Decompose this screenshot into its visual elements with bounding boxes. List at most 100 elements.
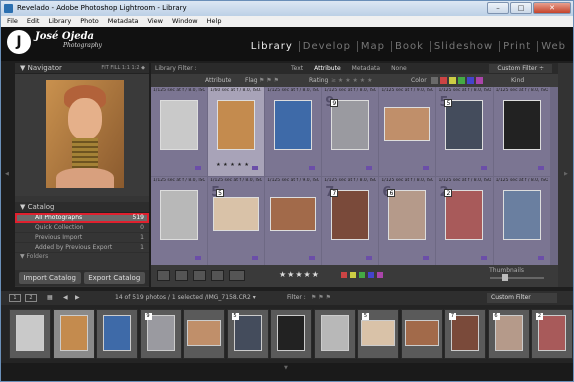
grid-cell[interactable]: 1/125 sec at f / 8.0, ISO... [151,87,208,176]
label-blue[interactable] [368,272,374,278]
navigator-preview[interactable] [15,74,149,196]
menu-library[interactable]: Library [48,16,71,27]
module-web[interactable]: Web [537,41,569,52]
filmstrip-cell[interactable] [183,309,225,359]
kind-filter[interactable]: Kind [511,74,524,87]
filmstrip-thumbnail[interactable] [103,315,131,351]
grid-cell[interactable]: 1/125 sec at f / 8.0, ISO...55 [208,177,265,266]
module-develop[interactable]: Develop [298,41,354,52]
catalog-item-all-photographs[interactable]: All Photographs 519 [15,213,149,223]
stack-count-badge[interactable]: 7 [330,189,339,197]
filmstrip-cell[interactable] [9,309,51,359]
filmstrip-thumbnail[interactable] [538,315,566,351]
filmstrip-info[interactable]: 14 of 519 photos / 1 selected /IMG_7158.… [115,291,256,305]
photo-thumbnail[interactable] [213,197,260,231]
filmstrip-thumbnail[interactable] [187,320,221,346]
filter-flag-icons[interactable]: ⚑ ⚑ ⚑ [311,291,331,305]
grid-cell[interactable]: 1/125 sec at f / 8.0, ISO... [493,177,550,266]
filmstrip-cell[interactable]: 2 [531,309,573,359]
grid-cell[interactable]: 1/125 sec at f / 8.0, ISO...66 [379,177,436,266]
stack-count-badge[interactable]: 2 [444,189,453,197]
grid-cell[interactable]: 1/60 sec at f / 8.0, ISO... ★ ★ ★ ★ ★ [208,87,265,176]
menu-help[interactable]: Help [207,16,222,27]
menu-view[interactable]: View [148,16,163,27]
catalog-item-previous-export[interactable]: Added by Previous Export 1 [15,243,149,253]
module-map[interactable]: Map [356,41,388,52]
photo-thumbnail[interactable] [388,190,427,240]
close-button[interactable]: ✕ [533,2,571,14]
color-label-blue[interactable] [467,77,474,84]
label-purple[interactable] [377,272,383,278]
photo-thumbnail[interactable] [445,100,484,150]
menu-edit[interactable]: Edit [27,16,40,27]
photo-thumbnail[interactable] [160,100,198,150]
grid-cell[interactable]: 1/125 sec at f / 8.0, ISO... [265,87,322,176]
filmstrip-thumbnail[interactable] [404,320,439,346]
photo-thumbnail[interactable] [445,190,484,240]
photo-thumbnail[interactable] [331,190,370,240]
filmstrip-cell[interactable]: 5 [357,309,399,359]
color-label-yellow[interactable] [449,77,456,84]
grid-cell[interactable]: 1/125 sec at f / 8.0, ISO... [493,87,550,176]
rating-stars[interactable]: ★★★★★ [279,270,320,279]
grid-cell[interactable]: 1/125 sec at f / 9.0, ISO... [379,87,436,176]
module-library[interactable]: Library [248,41,296,52]
photo-thumbnail[interactable] [502,100,541,150]
menu-window[interactable]: Window [172,16,198,27]
maximize-button[interactable]: □ [510,2,532,14]
export-catalog-button[interactable]: Export Catalog [83,272,145,284]
secondary-window-button-1[interactable]: 1 [9,294,21,302]
grid-cell-rating[interactable]: ★ ★ ★ ★ ★ [216,162,249,168]
filmstrip-cell[interactable]: 6 [487,309,530,359]
stack-count-badge[interactable]: 6 [387,189,396,197]
stack-count-badge[interactable]: 5 [444,99,453,107]
filmstrip-custom-filter[interactable]: Custom Filter [487,293,557,303]
label-yellow[interactable] [350,272,356,278]
photo-thumbnail[interactable] [160,190,198,240]
compare-view-icon[interactable] [193,270,206,281]
filmstrip-cell[interactable] [270,309,312,359]
loupe-view-icon[interactable] [175,270,188,281]
photo-thumbnail[interactable] [502,190,541,240]
navigator-zoom-options[interactable]: FIT FILL 1:1 1:2 ◆ [101,63,145,74]
grid-cell[interactable]: 1/125 sec at f / 8.0, ISO... [151,177,208,266]
import-catalog-button[interactable]: Import Catalog [19,272,81,284]
filmstrip-cell[interactable]: 5 [226,309,269,359]
filmstrip-thumbnail[interactable] [320,315,349,351]
sort-icon[interactable] [229,270,245,281]
color-filter[interactable]: Color [411,74,427,87]
catalog-item-quick-collection[interactable]: Quick Collection 0 [15,223,149,233]
filter-tab-metadata[interactable]: Metadata [352,63,380,74]
filmstrip-thumbnail[interactable] [494,315,523,351]
thumbnail-size-knob[interactable] [502,274,508,281]
photo-thumbnail[interactable] [384,107,431,141]
grid-cell[interactable]: 1/125 sec at f / 8.0, ISO...22 [436,177,493,266]
filmstrip-stack-badge[interactable]: 5 [231,313,239,320]
flag-filter[interactable]: Flag [245,74,258,87]
color-label-purple[interactable] [476,77,483,84]
filmstrip-stack-badge[interactable]: 9 [144,313,152,320]
catalog-item-previous-import[interactable]: Previous Import 1 [15,233,149,243]
filmstrip-thumbnail[interactable] [146,315,175,351]
module-print[interactable]: Print [499,41,534,52]
folders-header[interactable]: ▼ Folders [15,253,149,260]
module-book[interactable]: Book [391,41,427,52]
grid-cell[interactable]: 1/125 sec at f / 9.0, ISO... [265,177,322,266]
label-green[interactable] [359,272,365,278]
right-panel-toggle-icon[interactable]: ▶ [564,171,568,177]
navigator-header[interactable]: ▼ Navigator FIT FILL 1:1 1:2 ◆ [15,63,149,74]
forward-arrow-icon[interactable]: ▶ [75,291,80,305]
filmstrip-thumbnail[interactable] [451,315,479,351]
grid-icon[interactable]: ▦ [47,291,53,305]
photo-thumbnail[interactable] [270,197,317,231]
filter-tab-text[interactable]: Text [291,63,303,74]
color-label-green[interactable] [458,77,465,84]
rating-stars-icon[interactable]: ≥ ★ ★ ★ ★ ★ [331,74,372,87]
left-panel-toggle-icon[interactable]: ◀ [5,171,9,177]
filmstrip-thumbnail[interactable] [59,315,88,351]
minimize-button[interactable]: – [487,2,509,14]
filter-tab-attribute[interactable]: Attribute [314,63,341,74]
filmstrip-cell[interactable] [313,309,356,359]
grid-cell[interactable]: 1/125 sec at f / 8.0, ISO...99 [322,87,379,176]
rating-filter[interactable]: Rating [309,74,328,87]
